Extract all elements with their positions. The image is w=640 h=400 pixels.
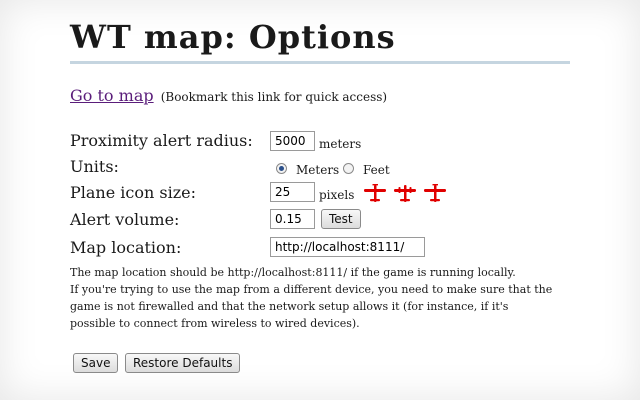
plane-icon-size-label: Plane icon size: [70,183,196,202]
map-location-note: The map location should be http://localh… [70,264,580,332]
units-feet-radio[interactable] [343,163,354,174]
plane-preview [363,184,447,208]
plane-icon [364,184,386,202]
test-volume-button[interactable]: Test [321,209,361,229]
plane-icon [424,184,447,202]
units-meters-radio[interactable] [276,163,287,174]
units-meters-label: Meters [296,163,340,177]
plane-icon [394,185,417,202]
go-to-map-link[interactable]: Go to map [70,86,154,105]
plane-icon-size-unit: pixels [319,188,355,202]
proximity-radius-input[interactable] [270,131,315,151]
plane-icon-size-input[interactable] [270,182,315,202]
save-button[interactable]: Save [73,353,119,373]
page-title: WT map: Options [70,18,396,56]
note-line: possible to connect from wireless to wir… [70,317,360,330]
note-line: The map location should be http://localh… [70,266,516,279]
units-label: Units: [70,157,119,176]
bookmark-hint: (Bookmark this link for quick access) [160,90,388,104]
map-location-input[interactable] [270,237,425,257]
proximity-label: Proximity alert radius: [70,131,253,150]
alert-volume-input[interactable] [270,209,315,229]
proximity-unit: meters [319,137,362,151]
restore-defaults-button[interactable]: Restore Defaults [125,353,241,373]
note-line: If you're trying to use the map from a d… [70,283,553,296]
goto-map-row: Go to map (Bookmark this link for quick … [70,86,387,105]
map-location-label: Map location: [70,238,182,257]
units-feet-label: Feet [363,163,390,177]
alert-volume-label: Alert volume: [70,210,180,229]
note-line: game is not firewalled and that the netw… [70,300,509,313]
title-divider [70,61,570,64]
